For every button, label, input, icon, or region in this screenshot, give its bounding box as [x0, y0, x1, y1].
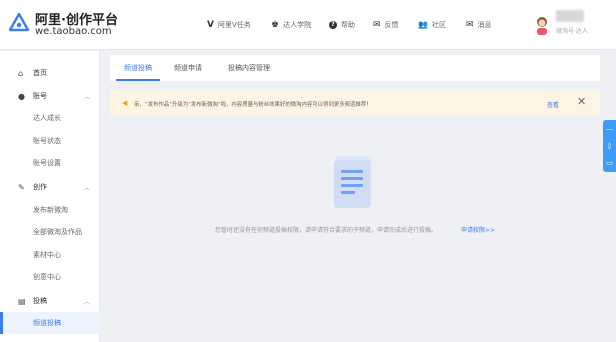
nav-label: 帮助 [341, 21, 355, 29]
brand-domain: we.taobao.com [35, 26, 112, 37]
user-role: 微淘号·达人 [556, 28, 588, 35]
nav-item-messages[interactable]: ✉ 消息 [466, 18, 492, 32]
triangle-logo-icon [8, 12, 30, 32]
user-icon: ● [18, 91, 25, 101]
chevron-up-icon: ︿ [84, 93, 91, 101]
nav-item-v-task[interactable]: V 阿里V任务 [207, 18, 251, 32]
tab-channel-apply[interactable]: 频道申请 [174, 55, 202, 81]
nav-label: 消息 [477, 21, 492, 29]
sidebar-item-label: 账号状态 [33, 137, 61, 145]
sidebar-item-ideas[interactable]: 创意中心 [0, 266, 100, 288]
close-icon[interactable]: ✕ [577, 96, 586, 107]
sidebar-item-label: 频道投稿 [33, 319, 61, 327]
apply-permission-link[interactable]: 申请权限>> [461, 225, 495, 234]
empty-state-message: 您暂时还没有任何频道投稿权限，请申请符合要求的子频道，申请完成后进行投稿。 [215, 227, 438, 234]
sidebar-section-submit[interactable]: ▤ 投稿 ︿ [0, 290, 100, 312]
sidebar-section-label: 创作 [33, 183, 47, 191]
sidebar-item-growth[interactable]: 达人成长 [0, 107, 100, 129]
drop-icon[interactable]: ◊ [603, 137, 616, 154]
sidebar-item-channel-submit[interactable]: 频道投稿 [0, 312, 100, 334]
feedback-icon: ✉ [373, 19, 381, 30]
sidebar-item-materials[interactable]: 素材中心 [0, 244, 100, 266]
sidebar-item-publish[interactable]: 发布新微淘 [0, 199, 100, 221]
tab-bar: 频道投稿 频道申请 投稿内容管理 [110, 55, 600, 81]
v-task-icon: V [207, 19, 214, 30]
sidebar-item-account-settings[interactable]: 账号设置 [0, 152, 100, 174]
chat-icon[interactable]: ▭ [603, 154, 616, 171]
nav-label: 阿里V任务 [217, 21, 251, 29]
sidebar-section-label: 账号 [33, 92, 47, 100]
sidebar-item-label: 达人成长 [33, 114, 61, 122]
minus-icon[interactable]: — [603, 120, 616, 137]
sidebar: ⌂ 首页 ● 账号 ︿ 达人成长 账号状态 账号设置 ✎ 创作 ︿ 发布新微淘 … [0, 51, 100, 342]
sidebar-section-label: 投稿 [33, 297, 47, 305]
sidebar-item-label: 账号设置 [33, 159, 61, 167]
tab-content-manage[interactable]: 投稿内容管理 [228, 55, 270, 81]
sidebar-item-account-status[interactable]: 账号状态 [0, 130, 100, 152]
help-icon: ? [329, 21, 337, 29]
mail-icon: ✉ [466, 19, 474, 30]
tab-label: 频道投稿 [124, 64, 152, 72]
tab-channel-submit[interactable]: 频道投稿 [116, 55, 160, 81]
crown-icon: ♚ [271, 19, 280, 30]
home-icon: ⌂ [18, 68, 24, 78]
top-bar: 阿里·创作平台 we.taobao.com V 阿里V任务 ♚ 达人学院 ? 帮… [0, 0, 616, 50]
sidebar-item-label: 全部微淘及作品 [33, 228, 82, 236]
pencil-icon: ✎ [18, 182, 25, 192]
sidebar-item-label: 发布新微淘 [33, 206, 68, 214]
chevron-up-icon: ︿ [84, 184, 91, 192]
notice-text: 亲，“发布作品”升级为“发布新微淘”啦，内容质量与粉丝效果好的微淘内容可以得到更… [134, 102, 372, 108]
sidebar-item-home[interactable]: ⌂ 首页 [0, 62, 100, 84]
tab-label: 投稿内容管理 [228, 64, 270, 72]
sidebar-item-label: 首页 [33, 69, 47, 77]
avatar[interactable] [533, 15, 551, 35]
nav-label: 达人学院 [283, 21, 312, 29]
notice-banner: ◀ 亲，“发布作品”升级为“发布新微淘”啦，内容质量与粉丝效果好的微淘内容可以得… [110, 91, 600, 116]
sidebar-item-label: 素材中心 [33, 251, 61, 259]
tab-label: 频道申请 [174, 64, 202, 72]
sidebar-section-create[interactable]: ✎ 创作 ︿ [0, 176, 100, 198]
nav-item-academy[interactable]: ♚ 达人学院 [271, 18, 311, 32]
megaphone-icon: ◀ [122, 99, 128, 107]
nav-item-help[interactable]: ? 帮助 [329, 18, 355, 32]
chevron-up-icon: ︿ [84, 298, 91, 306]
document-icon: ▤ [18, 296, 26, 306]
nav-label: 反馈 [384, 21, 399, 29]
empty-document-icon [334, 156, 372, 208]
nav-label: 社区 [431, 21, 446, 29]
brand-logo[interactable]: 阿里·创作平台 we.taobao.com [8, 8, 118, 42]
floating-toolbar: — ◊ ▭ [603, 120, 616, 172]
notice-view-link[interactable]: 查看 [547, 100, 559, 109]
users-icon: 👥 [418, 20, 428, 29]
username-blurred [556, 10, 584, 22]
sidebar-item-label: 创意中心 [33, 273, 61, 281]
sidebar-item-all-works[interactable]: 全部微淘及作品 [0, 221, 100, 243]
nav-item-feedback[interactable]: ✉ 反馈 [373, 18, 399, 32]
nav-item-community[interactable]: 👥 社区 [418, 18, 446, 32]
sidebar-section-account[interactable]: ● 账号 ︿ [0, 85, 100, 107]
